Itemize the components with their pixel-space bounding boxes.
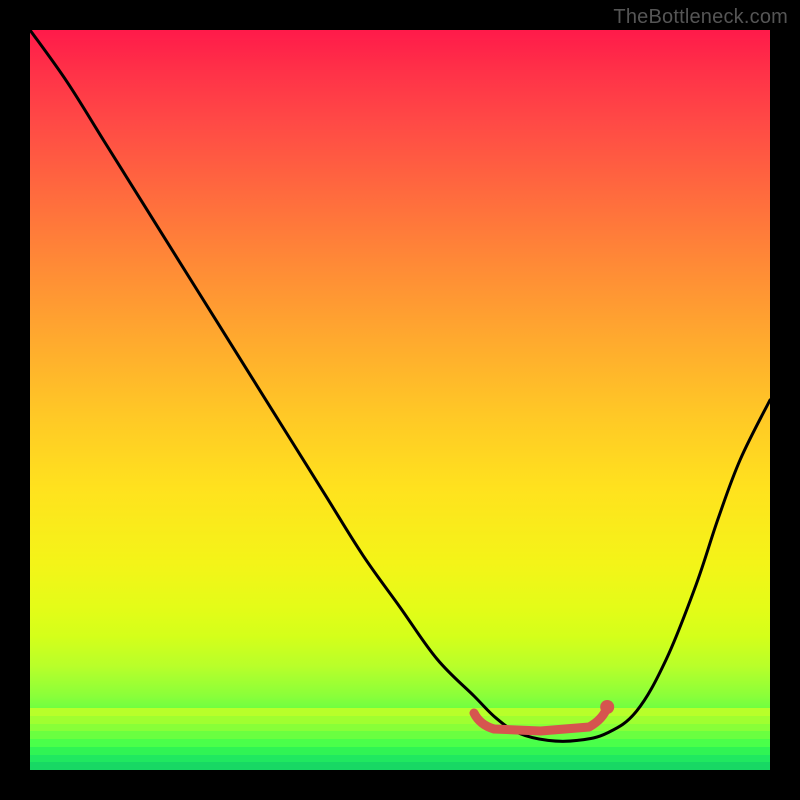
watermark-text: TheBottleneck.com <box>613 6 788 29</box>
chart-svg <box>30 30 770 770</box>
chart-plot-area <box>30 30 770 770</box>
bottleneck-curve <box>30 30 770 741</box>
optimal-range-end-dot <box>600 700 614 714</box>
optimal-range-marker <box>474 707 607 731</box>
